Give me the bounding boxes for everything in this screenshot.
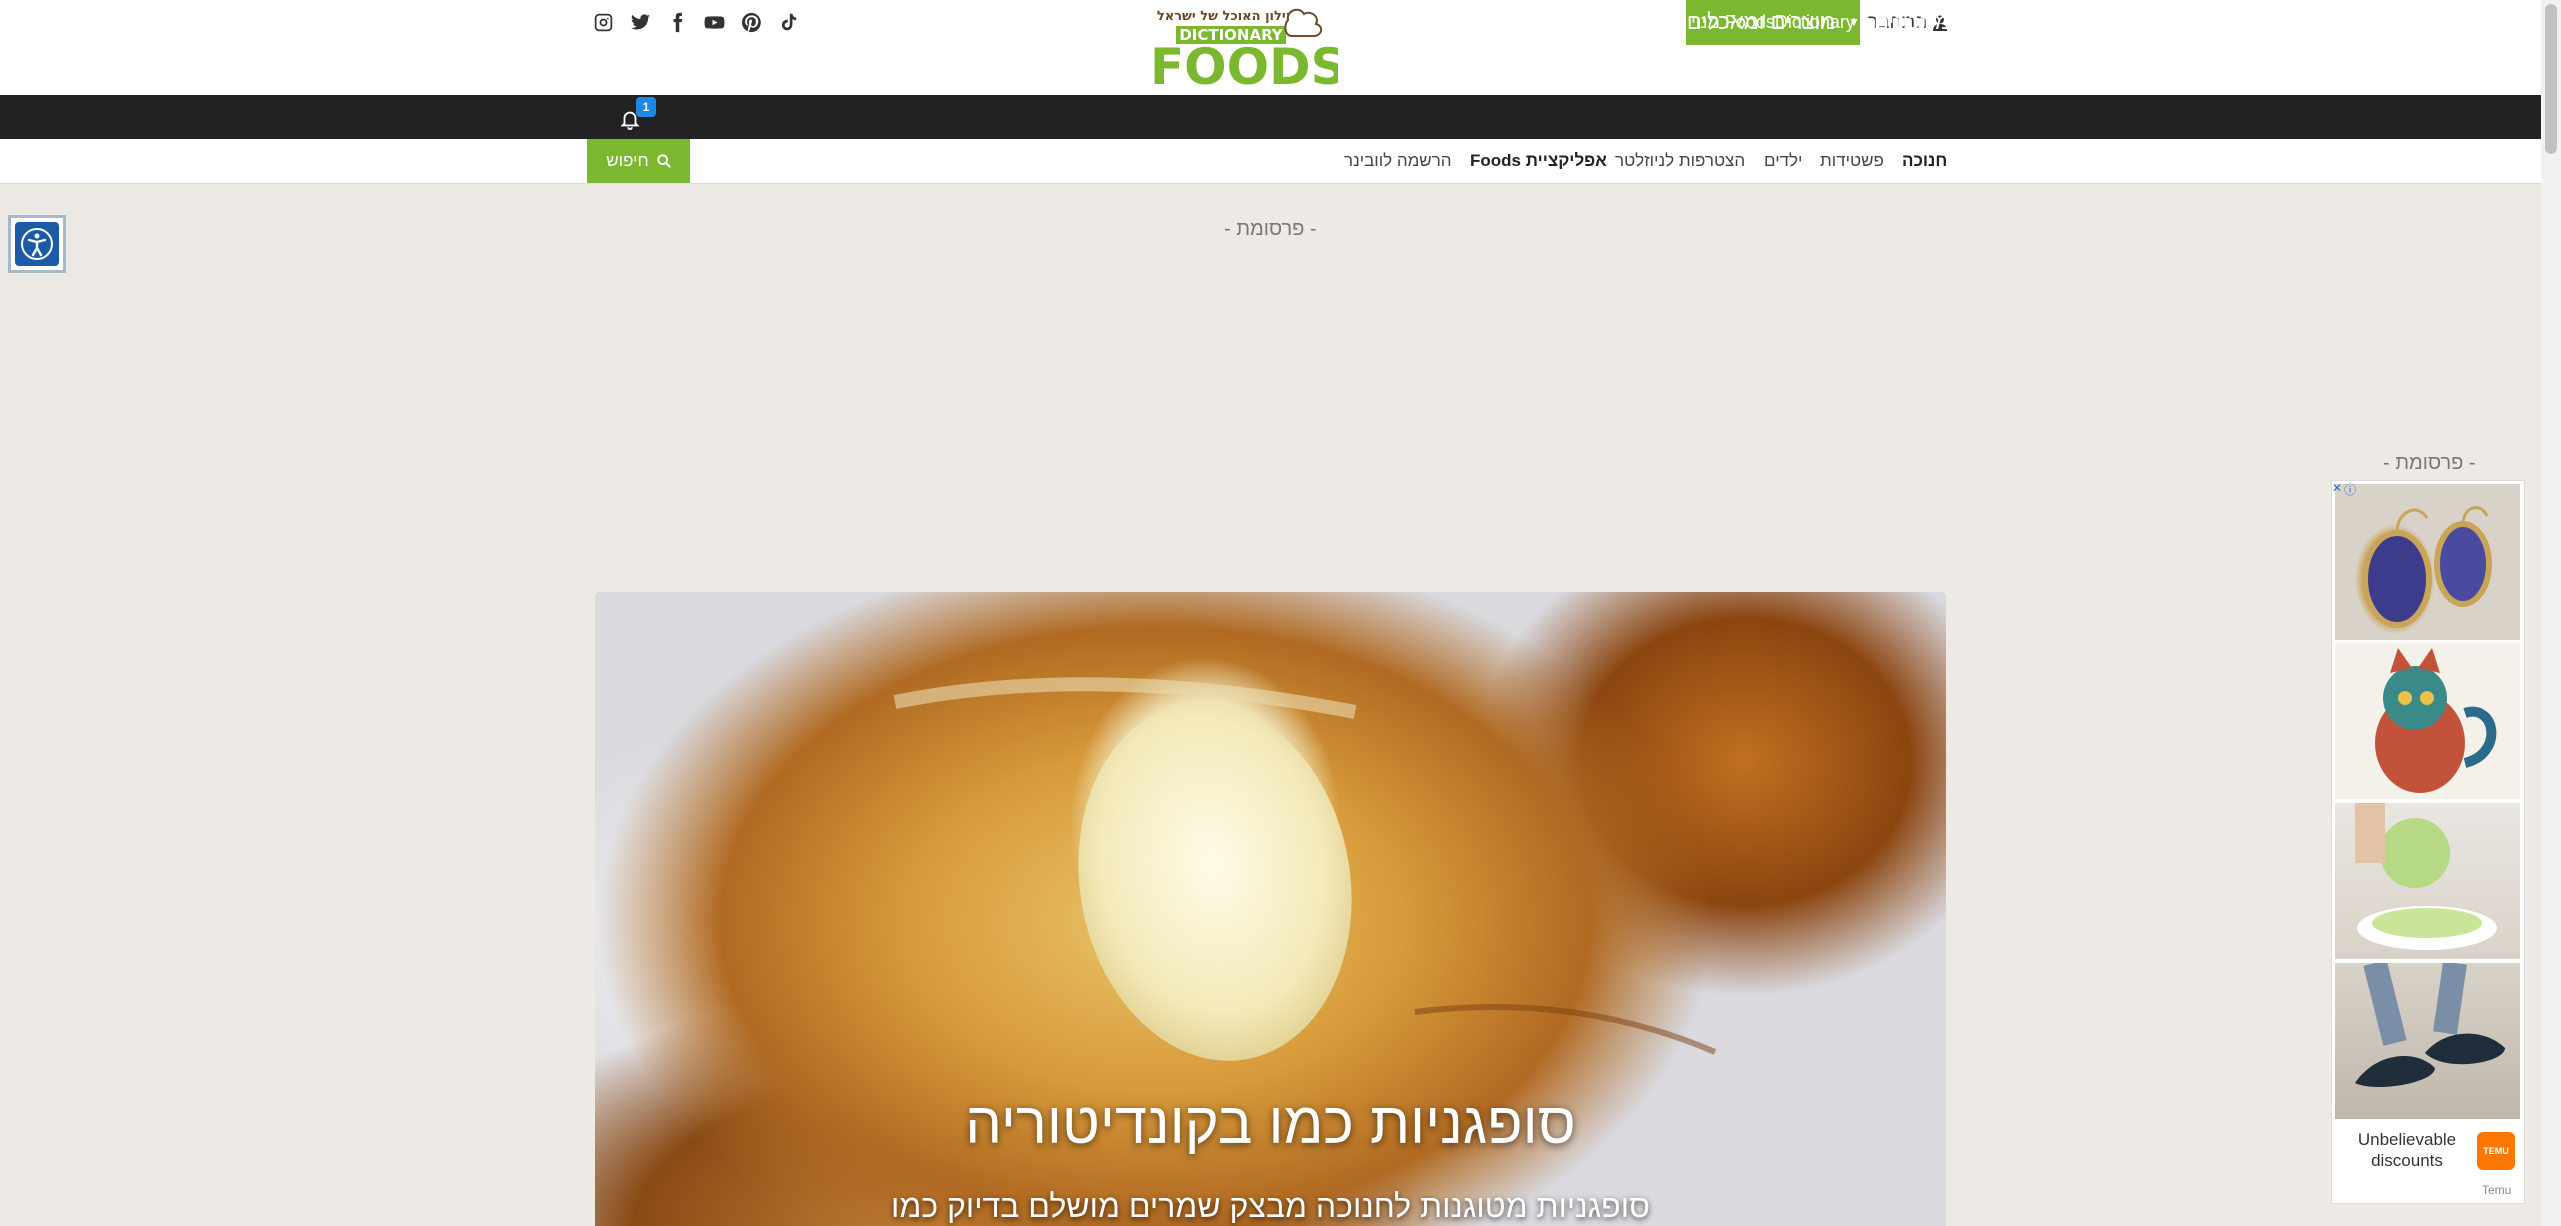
subnav-item-hanukkah[interactable]: חנוכה bbox=[1902, 139, 1947, 183]
recipe-title: סופגניות כמו בקונדיטוריה bbox=[965, 1091, 1576, 1156]
nav-item-products[interactable]: מוצרים ומאכלים ▼ bbox=[1661, 0, 1835, 44]
ad-image-cat[interactable] bbox=[2335, 643, 2520, 799]
main-nav bbox=[0, 95, 2541, 139]
accessibility-button[interactable] bbox=[8, 215, 66, 273]
ad-label-top: - פרסומת - bbox=[1224, 218, 1317, 240]
twitter-icon[interactable] bbox=[630, 12, 651, 33]
recipe-subtitle: סופגניות מטוגנות לחנוכה מבצק שמרים מושלם… bbox=[891, 1188, 1650, 1224]
info-icon[interactable]: ⓘ bbox=[2344, 481, 2356, 498]
foods-dictionary-logo[interactable]: מילון האוכל של ישראל DICTIONARY FOODS bbox=[1148, 6, 1347, 96]
youtube-icon[interactable] bbox=[704, 12, 725, 33]
facebook-icon[interactable] bbox=[667, 12, 688, 33]
tiktok-icon[interactable] bbox=[778, 12, 799, 33]
search-label: חיפוש bbox=[606, 151, 649, 170]
sub-nav bbox=[0, 139, 2541, 184]
ad-choices[interactable]: ✕ ⓘ bbox=[2332, 481, 2356, 498]
nav-item-label: כתבות bbox=[1395, 9, 1457, 34]
nav-item-label: מתכונים bbox=[1873, 9, 1951, 34]
nav-item-label: מחשבון קלוריות bbox=[1502, 9, 1648, 34]
search-icon bbox=[657, 154, 671, 168]
chef-hat-icon bbox=[1284, 8, 1322, 37]
page-scrollbar[interactable] bbox=[2541, 0, 2561, 1226]
logo-word-foods: FOODS bbox=[1150, 38, 1338, 88]
ad-image-cabbage[interactable] bbox=[2335, 803, 2520, 959]
ad-label-side: - פרסומת - bbox=[2383, 452, 2476, 474]
nav-item-calorie-calculator[interactable]: מחשבון קלוריות ▼ bbox=[1477, 0, 1648, 44]
subnav-item-webinar[interactable]: הרשמה לוובינר bbox=[1344, 139, 1452, 183]
ad-image-earrings[interactable] bbox=[2335, 484, 2520, 640]
logo-tagline: מילון האוכל של ישראל bbox=[1157, 9, 1295, 24]
subnav-item-pashtidot[interactable]: פשטידות bbox=[1820, 139, 1884, 183]
social-links bbox=[593, 12, 799, 33]
chevron-down-icon: ▼ bbox=[1661, 15, 1673, 29]
pinterest-icon[interactable] bbox=[741, 12, 762, 33]
accessibility-icon bbox=[15, 222, 59, 266]
instagram-icon[interactable] bbox=[593, 12, 614, 33]
subnav-item-newsletter[interactable]: הצטרפות לניוזלטר bbox=[1615, 139, 1745, 183]
notification-badge: 1 bbox=[636, 97, 656, 117]
subnav-item-app[interactable]: אפליקציית Foods bbox=[1470, 139, 1607, 183]
close-icon[interactable]: ✕ bbox=[2332, 481, 2342, 498]
nav-item-articles[interactable]: כתבות ▼ bbox=[1370, 0, 1457, 44]
scrollbar-thumb[interactable] bbox=[2545, 4, 2557, 154]
chevron-down-icon: ▼ bbox=[1848, 15, 1860, 29]
search-button[interactable]: חיפוש bbox=[587, 139, 690, 183]
chevron-down-icon: ▼ bbox=[1477, 15, 1489, 29]
subnav-item-kids[interactable]: ילדים bbox=[1764, 139, 1802, 183]
nav-item-recipes[interactable]: מתכונים ▼ bbox=[1848, 0, 1950, 44]
chevron-down-icon: ▼ bbox=[1370, 15, 1382, 29]
nav-item-label: מוצרים ומאכלים bbox=[1686, 9, 1836, 34]
